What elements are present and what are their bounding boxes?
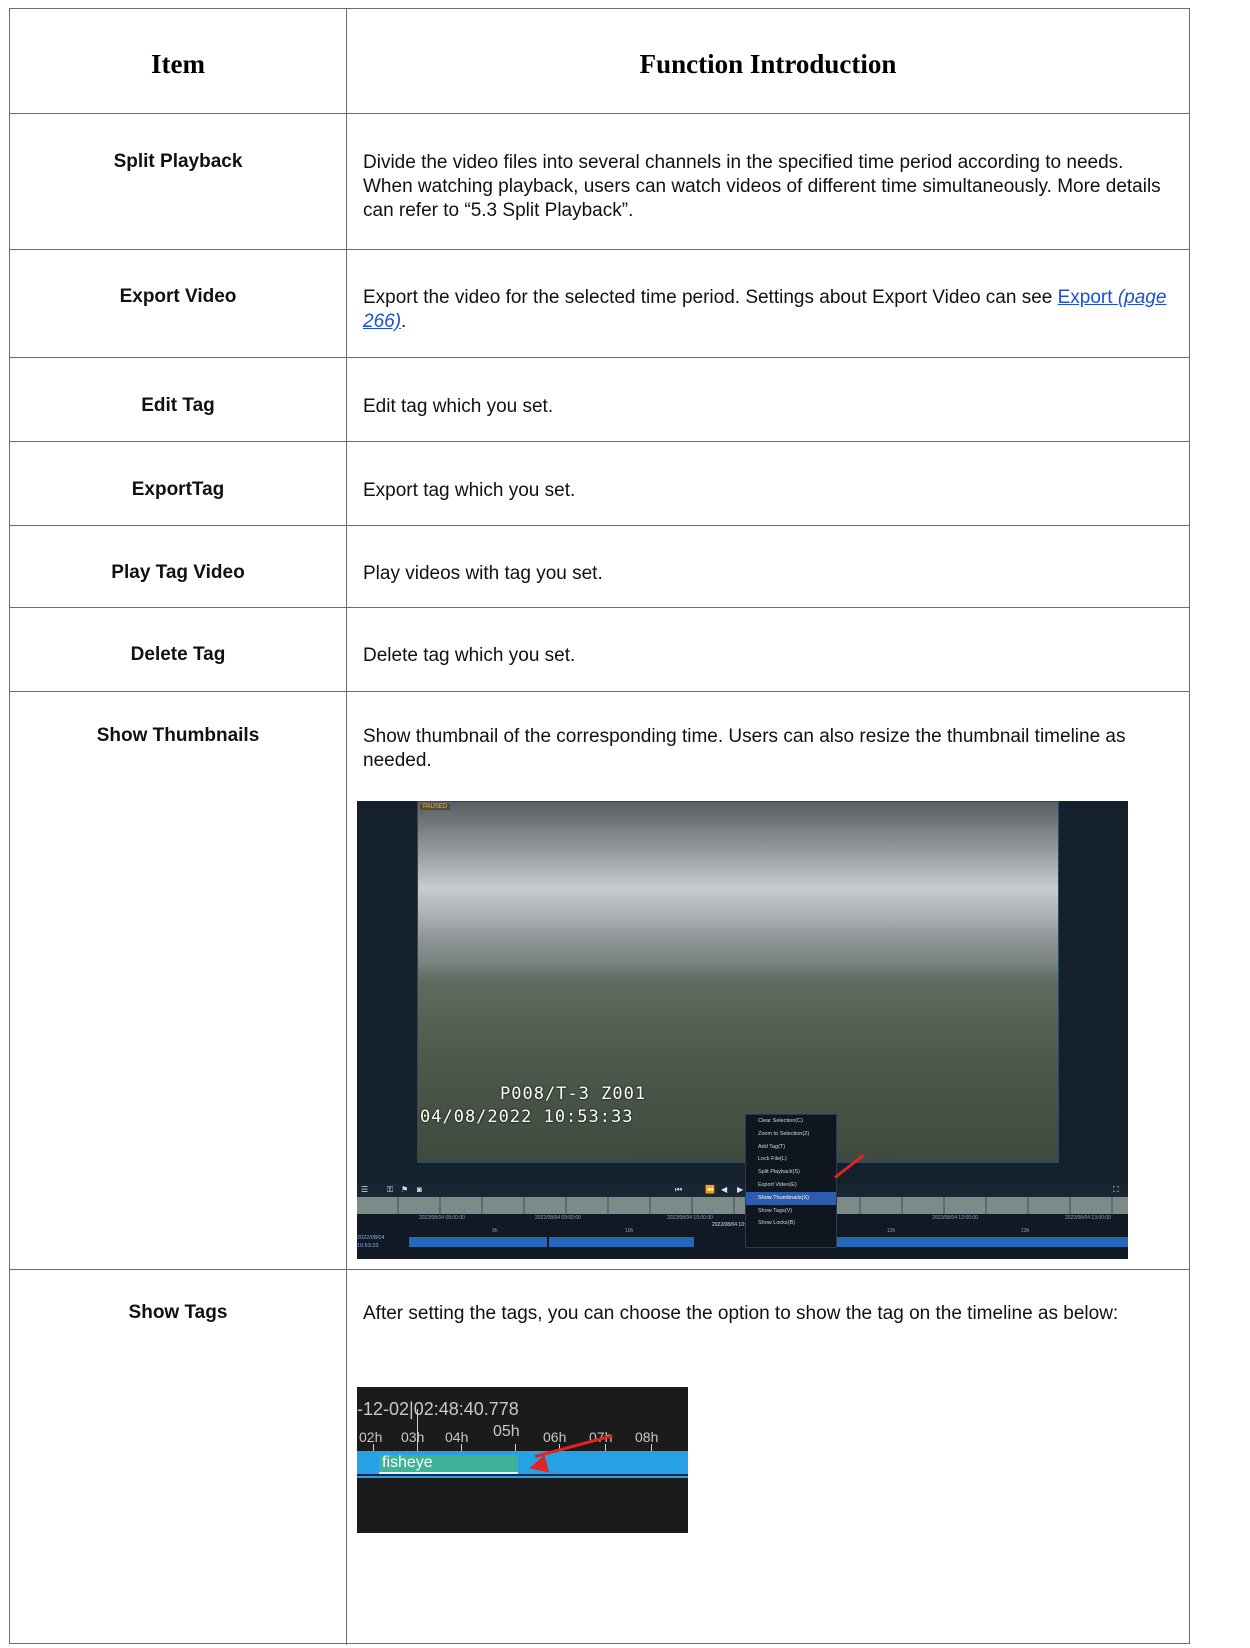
fullscreen-icon[interactable]: ⛶ <box>1113 1185 1119 1195</box>
item-description: Export tag which you set. <box>363 480 576 501</box>
osd-camera-label: P008/T-3 Z001 <box>500 1084 647 1104</box>
table-row: Delete Tag Delete tag which you set. <box>10 607 1189 691</box>
tag-label: fisheye <box>382 1454 433 1471</box>
menu-item-show-locks[interactable]: Show Locks(B) <box>746 1217 836 1230</box>
item-description: Edit tag which you set. <box>363 396 554 417</box>
timeline-context-menu: Clear Selection(C) Zoom to Selection(Z) … <box>745 1114 837 1248</box>
menu-icon[interactable]: ☰ <box>361 1185 368 1194</box>
table-row: Export Video Export the video for the se… <box>10 249 1189 357</box>
item-description: Play videos with tag you set. <box>363 563 603 584</box>
function-table: Item Function Introduction Split Playbac… <box>9 8 1190 1645</box>
item-description: After setting the tags, you can choose t… <box>363 1303 1119 1324</box>
table-row: ExportTag Export tag which you set. <box>10 441 1189 525</box>
header-function-introduction: Function Introduction <box>639 49 897 79</box>
item-label: Show Tags <box>128 1302 228 1323</box>
play-icon[interactable]: ▶ <box>737 1185 743 1194</box>
menu-item-clear-selection[interactable]: Clear Selection(C) <box>746 1115 836 1128</box>
menu-item-add-tag[interactable]: Add Tag(T) <box>746 1141 836 1154</box>
recording-bar <box>409 1237 547 1247</box>
playback-screenshot: PAUSED P008/T-3 Z001 04/08/2022 10:53:33… <box>357 801 1128 1259</box>
item-label: Delete Tag <box>130 644 226 665</box>
menu-item-lock-file[interactable]: Lock File(L) <box>746 1153 836 1166</box>
item-label: ExportTag <box>131 479 225 500</box>
table-row: Play Tag Video Play videos with tag you … <box>10 525 1189 607</box>
item-label: Edit Tag <box>141 395 215 416</box>
table-row: Edit Tag Edit tag which you set. <box>10 357 1189 441</box>
item-label: Export Video <box>119 286 237 307</box>
menu-item-split-playback[interactable]: Split Playback(S) <box>746 1166 836 1179</box>
table-row: Split Playback Divide the video files in… <box>10 113 1189 249</box>
item-label: Show Thumbnails <box>96 725 260 746</box>
tag-timeline-screenshot: -12-02|02:48:40.778 02h 03h 04h 05h 06h … <box>357 1387 688 1533</box>
snapshot-icon[interactable]: ◙ <box>417 1185 422 1194</box>
timeline-datetime: -12-02|02:48:40.778 <box>357 1399 519 1419</box>
item-description: Delete tag which you set. <box>363 645 576 666</box>
timeline[interactable]: 2022/08/04 08:00:00 2022/08/04 09:00:00 … <box>357 1214 1128 1259</box>
playback-toolbar: ☰ ⚿ ⚑ ◙ ⏮ ⏪ ◀ ▶ ⛶ <box>357 1184 1128 1197</box>
skip-start-icon[interactable]: ⏮ <box>675 1185 682 1195</box>
item-description: Export the video for the selected time p… <box>363 287 1167 332</box>
header-item: Item <box>151 49 205 79</box>
menu-item-show-thumbnails[interactable]: Show Thumbnails(X) <box>746 1191 836 1205</box>
tag-icon[interactable]: ⚑ <box>401 1185 408 1194</box>
item-label: Split Playback <box>113 151 243 172</box>
lock-icon[interactable]: ⚿ <box>387 1185 393 1195</box>
recording-bar <box>549 1237 694 1247</box>
table-header-row: Item Function Introduction <box>10 9 1189 113</box>
item-label: Play Tag Video <box>111 562 245 583</box>
tag-marker[interactable]: fisheye <box>379 1454 518 1474</box>
osd-timestamp: 04/08/2022 10:53:33 <box>420 1107 634 1127</box>
item-description: Divide the video files into several chan… <box>363 152 1161 221</box>
menu-item-show-tags[interactable]: Show Tags(V) <box>746 1205 836 1218</box>
menu-item-export-video[interactable]: Export Video(E) <box>746 1179 836 1192</box>
video-view: PAUSED P008/T-3 Z001 04/08/2022 10:53:33 <box>417 801 1059 1163</box>
step-back-icon[interactable]: ◀ <box>721 1185 727 1194</box>
thumbnail-strip[interactable] <box>357 1197 1128 1214</box>
paused-badge: PAUSED <box>420 804 451 810</box>
item-description: Show thumbnail of the corresponding time… <box>363 726 1126 771</box>
rewind-icon[interactable]: ⏪ <box>705 1185 715 1194</box>
timeline-current-date: 2022/08/04 10:53:33 <box>357 1235 385 1249</box>
menu-item-zoom-to-selection[interactable]: Zoom to Selection(Z) <box>746 1128 836 1141</box>
